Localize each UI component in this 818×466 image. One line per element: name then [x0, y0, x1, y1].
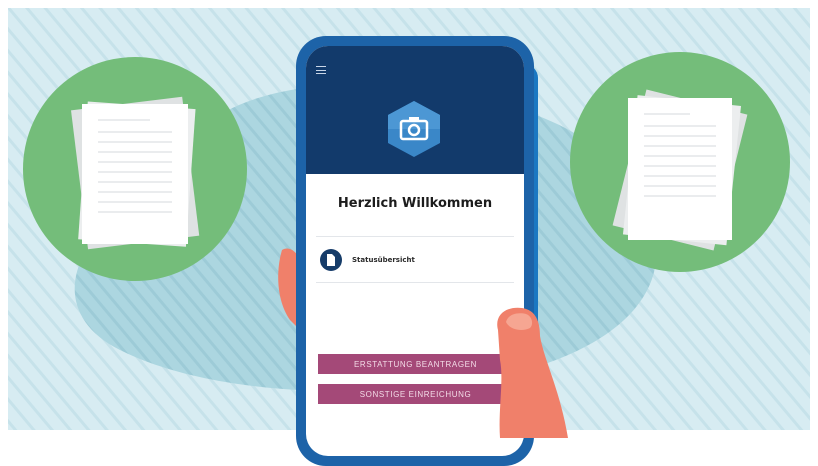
divider — [316, 236, 514, 237]
divider — [316, 282, 514, 283]
status-overview-label: Statusübersicht — [352, 256, 415, 264]
welcome-title: Herzlich Willkommen — [337, 196, 493, 211]
status-overview-item[interactable]: Statusübersicht — [320, 246, 510, 274]
hamburger-menu-icon[interactable] — [316, 66, 326, 74]
document-icon — [320, 249, 342, 271]
other-submission-button[interactable]: SONSTIGE EINREICHUNG — [318, 384, 513, 404]
document-stack-right — [570, 52, 790, 272]
document-stack-left — [23, 57, 247, 281]
request-reimbursement-button[interactable]: ERSTATTUNG BEANTRAGEN — [318, 354, 513, 374]
app-header — [306, 46, 524, 174]
phone-screen: Herzlich Willkommen Statusübersicht ERST… — [306, 46, 524, 456]
camera-icon — [388, 101, 440, 157]
